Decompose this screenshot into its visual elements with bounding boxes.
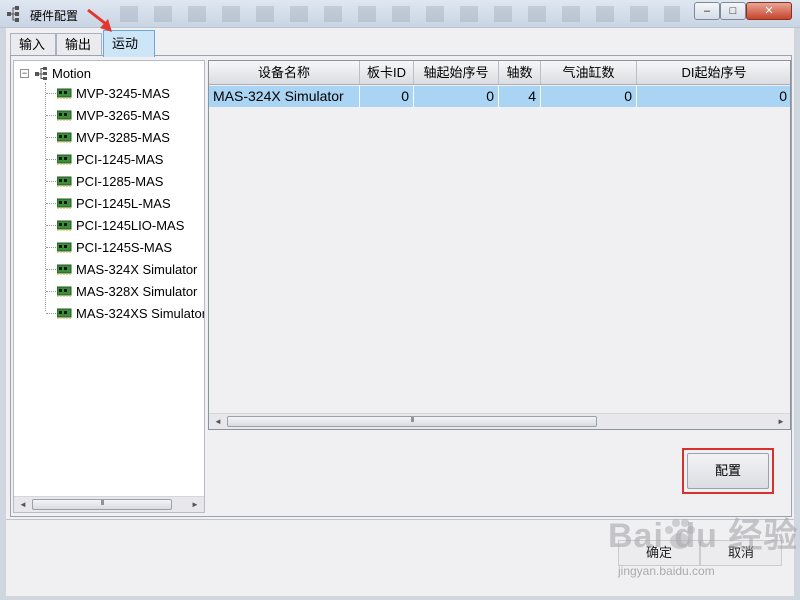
cell-axis-start[interactable]: 0 [414,86,499,107]
board-card-icon [57,88,72,99]
motion-tab-page: − Motion MVP-3245-MAS MVP-3265-MAS MVP-3… [10,55,792,517]
tree-item-label: PCI-1285-MAS [76,174,164,189]
maximize-button[interactable]: □ [720,2,746,20]
tree-item-label: MVP-3245-MAS [76,86,170,101]
column-header-card-id[interactable]: 板卡ID [360,61,414,85]
hardware-tree-icon [35,67,47,80]
tree-item[interactable]: MAS-328X Simulator [46,281,204,303]
cell-axis-count[interactable]: 4 [499,86,541,107]
close-button[interactable]: ✕ [746,2,792,20]
cell-card-id[interactable]: 0 [360,86,414,107]
tree-item[interactable]: MAS-324XS Simulator [46,303,205,325]
baidu-watermark-logo: Bai du 经验 [608,517,799,555]
tree-horizontal-scrollbar[interactable]: ◄ III ► [14,496,204,512]
scroll-left-icon[interactable]: ◄ [16,499,30,511]
hardware-tree-icon [7,6,19,22]
tab-input[interactable]: 输入 [10,33,56,56]
tree-item[interactable]: PCI-1245LIO-MAS [46,215,204,237]
board-card-icon [57,176,72,187]
minimize-button[interactable]: – [694,2,720,20]
table-row[interactable]: MAS-324X Simulator 0 0 4 0 0 [209,86,790,108]
tree-item-label: PCI-1245L-MAS [76,196,171,211]
tree-item-label: MVP-3285-MAS [76,130,170,145]
tree-item-label: PCI-1245S-MAS [76,240,173,255]
cell-cylinder-count[interactable]: 0 [541,86,637,107]
column-header-axis-start[interactable]: 轴起始序号 [414,61,499,85]
window-title: 硬件配置 [30,9,79,23]
collapse-icon[interactable]: − [20,69,29,78]
column-header-device-name[interactable]: 设备名称 [209,61,360,85]
board-card-icon [57,242,72,253]
cell-device-name[interactable]: MAS-324X Simulator [209,86,360,107]
tree-item[interactable]: PCI-1245-MAS [46,149,204,171]
tree-item[interactable]: PCI-1285-MAS [46,171,204,193]
tree-item[interactable]: MAS-324X Simulator [46,259,204,281]
scroll-thumb[interactable]: III [227,416,597,427]
tree-item[interactable]: MVP-3285-MAS [46,127,204,149]
tree-item[interactable]: PCI-1245S-MAS [46,237,204,259]
tree-item-label: MAS-324XS Simulator [76,306,205,321]
board-card-icon [57,198,72,209]
device-tree[interactable]: − Motion MVP-3245-MAS MVP-3265-MAS MVP-3… [13,60,205,513]
column-header-cylinder-count[interactable]: 气油缸数 [541,61,637,85]
cell-di-start[interactable]: 0 [637,86,790,107]
red-arrow-annotation-icon [87,8,112,32]
tree-item[interactable]: MVP-3265-MAS [46,105,204,127]
tree-item[interactable]: PCI-1245L-MAS [46,193,204,215]
column-header-axis-count[interactable]: 轴数 [499,61,541,85]
blurred-toolbar [120,6,680,22]
device-grid[interactable]: 设备名称 板卡ID 轴起始序号 轴数 气油缸数 DI起始序号 MAS-324X … [208,60,791,430]
tree-root-label: Motion [52,66,92,81]
tree-item-label: MVP-3265-MAS [76,108,170,123]
grid-horizontal-scrollbar[interactable]: ◄ III ► [209,413,790,429]
board-card-icon [57,132,72,143]
board-card-icon [57,286,72,297]
board-card-icon [57,264,72,275]
baidu-paw-icon [665,519,695,549]
column-header-di-start[interactable]: DI起始序号 [637,61,790,85]
tree-item[interactable]: MVP-3245-MAS [46,83,204,105]
tree-item-label: MAS-324X Simulator [76,262,198,277]
tab-output[interactable]: 输出 [56,33,102,56]
tree-item-label: PCI-1245LIO-MAS [76,218,185,233]
scroll-right-icon[interactable]: ► [774,416,788,428]
config-button[interactable]: 配置 [687,453,769,489]
board-card-icon [57,308,72,319]
board-card-icon [57,220,72,231]
tree-item-label: PCI-1245-MAS [76,152,164,167]
board-card-icon [57,154,72,165]
scroll-right-icon[interactable]: ► [188,499,202,511]
baidu-watermark-url: jingyan.baidu.com [618,564,715,578]
tree-item-label: MAS-328X Simulator [76,284,198,299]
board-card-icon [57,110,72,121]
scroll-thumb[interactable]: III [32,499,172,510]
title-bar: 硬件配置 – □ ✕ [0,0,800,28]
grid-header: 设备名称 板卡ID 轴起始序号 轴数 气油缸数 DI起始序号 [209,61,790,85]
scroll-left-icon[interactable]: ◄ [211,416,225,428]
